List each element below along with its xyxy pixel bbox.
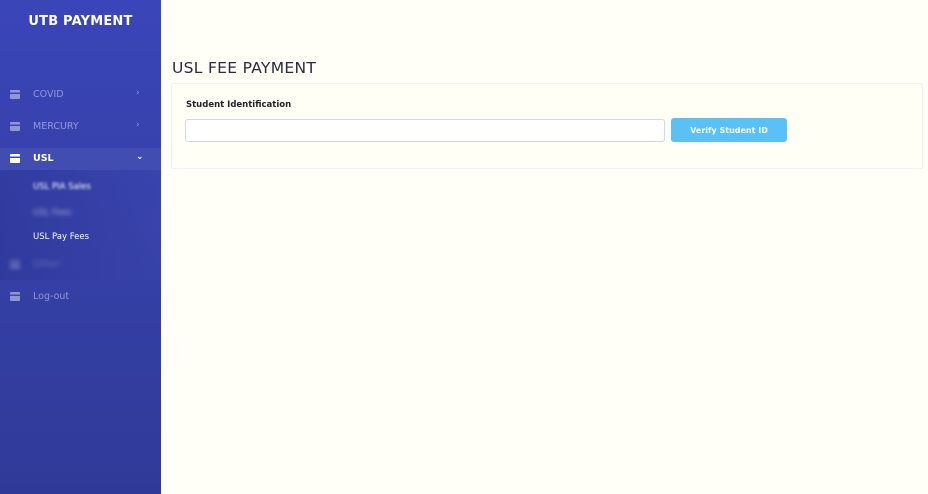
sidebar-item-label: Log-out <box>33 291 70 302</box>
sidebar-item-mercury[interactable]: MERCURY › <box>0 116 161 138</box>
submenu-item-usl-pay-fees[interactable]: USL Pay Fees <box>33 232 89 242</box>
student-identification-label: Student Identification <box>186 100 292 110</box>
credit-card-icon <box>10 292 20 301</box>
chevron-right-icon: › <box>136 88 140 98</box>
credit-card-icon <box>10 90 20 99</box>
credit-card-icon <box>10 260 20 269</box>
sidebar-item-usl[interactable]: USL ⌄ <box>0 148 161 170</box>
sidebar-item-label: USL <box>33 153 54 164</box>
student-verification-card: Student Identification Verify Student ID <box>171 83 923 169</box>
page-title: USL FEE PAYMENT <box>172 59 317 77</box>
verify-student-id-button[interactable]: Verify Student ID <box>671 118 787 142</box>
credit-card-icon <box>10 122 20 131</box>
sidebar-item-covid[interactable]: COVID › <box>0 84 161 106</box>
sidebar-item-label: Other <box>33 259 60 270</box>
submenu-item-usl-fees[interactable]: USL Fees <box>33 208 71 218</box>
sidebar-item-logout[interactable]: Log-out <box>0 286 161 308</box>
submenu-item-usl-pia-sales[interactable]: USL PIA Sales <box>33 182 91 192</box>
chevron-down-icon: ⌄ <box>136 152 144 162</box>
app-brand: UTB PAYMENT <box>28 14 133 29</box>
sidebar: UTB PAYMENT COVID › MERCURY › USL ⌄ USL … <box>0 0 161 494</box>
sidebar-item-label: COVID <box>33 89 64 100</box>
credit-card-icon <box>10 154 20 163</box>
chevron-right-icon: › <box>136 120 140 130</box>
student-id-input[interactable] <box>185 119 665 142</box>
sidebar-item-other[interactable]: Other <box>0 254 161 276</box>
sidebar-item-label: MERCURY <box>33 121 79 132</box>
